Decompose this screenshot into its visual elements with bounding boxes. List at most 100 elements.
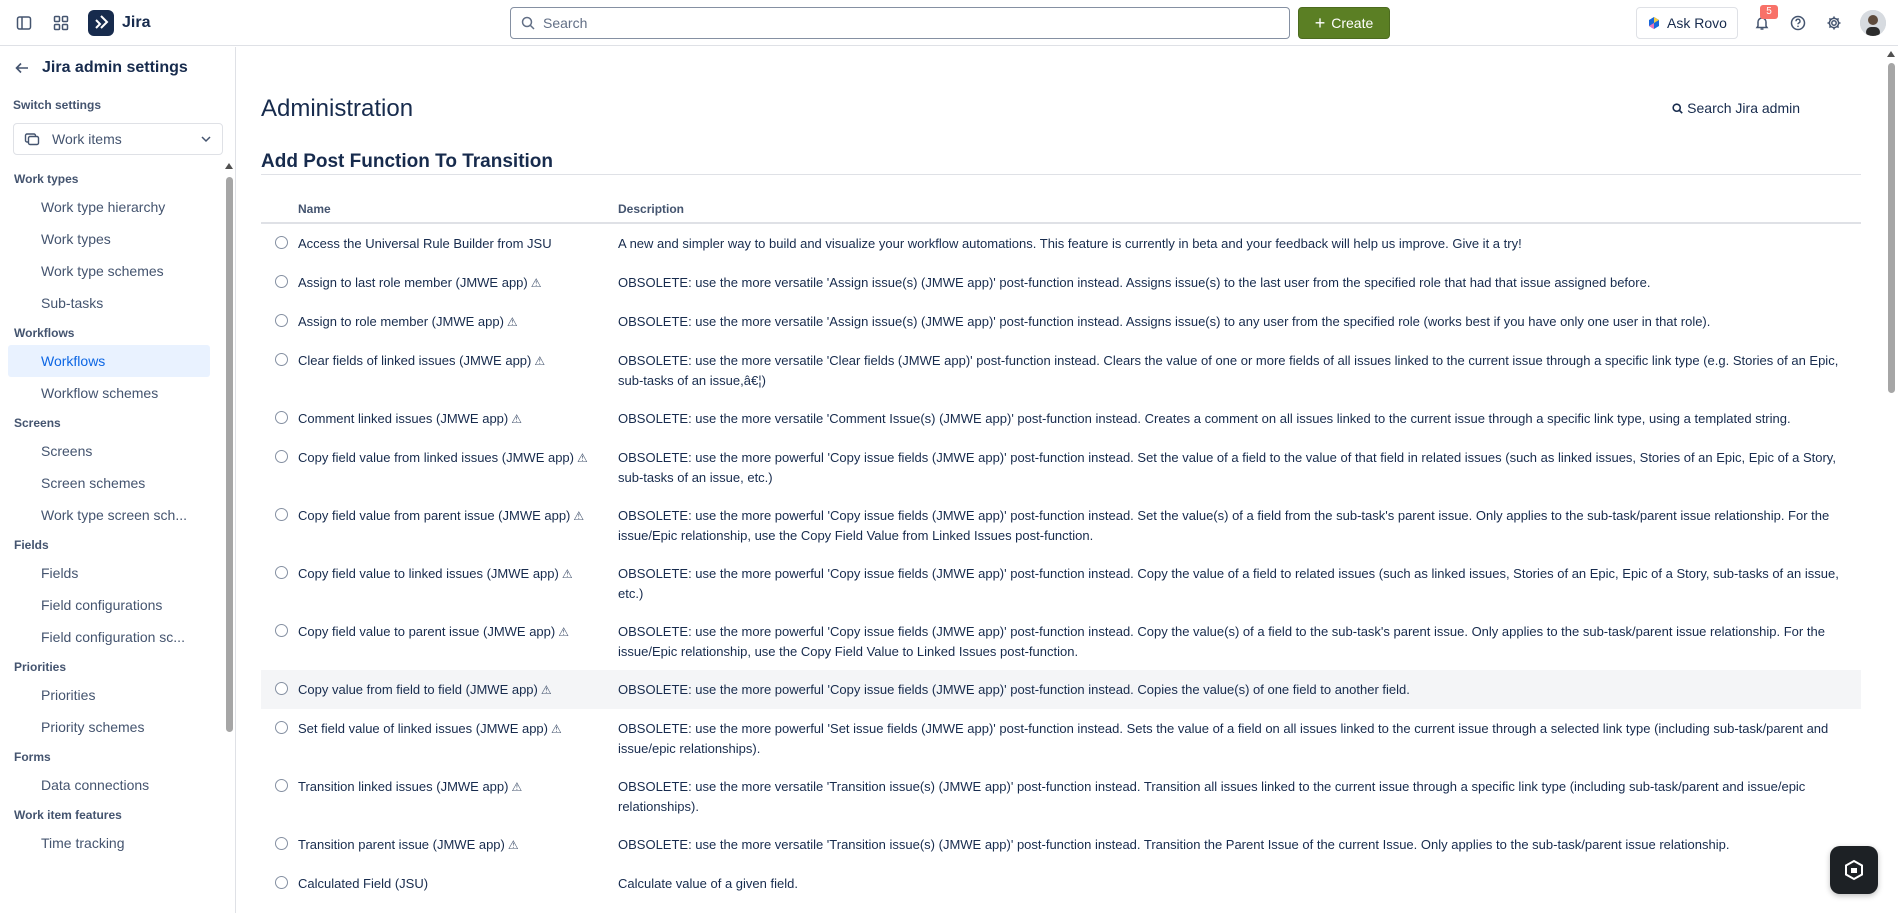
post-function-name[interactable]: Assign to role member (JMWE app): [298, 314, 504, 329]
jira-logo-icon: [88, 10, 114, 36]
sidebar-item-priorities[interactable]: Priorities: [0, 679, 210, 711]
post-function-radio[interactable]: [275, 721, 288, 734]
table-row[interactable]: Clear Field Value (JSU)Clear value of a …: [261, 903, 1861, 913]
sidebar-group-label: Screens: [14, 416, 61, 430]
post-function-radio[interactable]: [275, 566, 288, 579]
main-scroll-thumb[interactable]: [1888, 63, 1895, 393]
sidebar-item-data-connections[interactable]: Data connections: [0, 769, 210, 801]
sidebar-item-work-types[interactable]: Work types: [0, 223, 210, 255]
search-jira-admin-link[interactable]: Search Jira admin: [1672, 100, 1800, 116]
sidebar-item-sub-tasks[interactable]: Sub-tasks: [0, 287, 210, 319]
post-function-radio[interactable]: [275, 411, 288, 424]
sidebar-item-priority-schemes[interactable]: Priority schemes: [0, 711, 210, 743]
floating-help-button[interactable]: [1830, 846, 1878, 894]
table-row[interactable]: Assign to last role member (JMWE app) ⚠ OB…: [261, 263, 1861, 302]
radio-cell: [261, 864, 298, 903]
ask-rovo-button[interactable]: Ask Rovo: [1636, 7, 1738, 39]
post-function-name[interactable]: Access the Universal Rule Builder from J…: [298, 236, 552, 251]
sidebar-scroll-thumb[interactable]: [226, 177, 233, 732]
post-function-name[interactable]: Copy field value to parent issue (JMWE a…: [298, 624, 555, 639]
radio-cell: [261, 438, 298, 496]
post-function-name-cell: Transition parent issue (JMWE app) ⚠: [298, 825, 618, 864]
post-function-radio[interactable]: [275, 624, 288, 637]
sidebar-item-field-configuration-sc[interactable]: Field configuration sc...: [0, 621, 210, 653]
sidebar-item-field-configurations[interactable]: Field configurations: [0, 589, 210, 621]
post-function-name[interactable]: Transition linked issues (JMWE app): [298, 779, 508, 794]
search-jira-admin-label: Search Jira admin: [1687, 100, 1800, 116]
post-function-radio[interactable]: [275, 508, 288, 521]
sidebar-group-label: Work item features: [14, 808, 122, 822]
create-button[interactable]: + Create: [1298, 7, 1390, 39]
post-function-name[interactable]: Clear fields of linked issues (JMWE app): [298, 353, 531, 368]
settings-gear-icon[interactable]: [1822, 11, 1846, 35]
sidebar-item-time-tracking[interactable]: Time tracking: [0, 827, 210, 859]
table-row[interactable]: Copy field value to parent issue (JMWE a…: [261, 612, 1861, 670]
sidebar-item-screen-schemes[interactable]: Screen schemes: [0, 467, 210, 499]
post-function-radio[interactable]: [275, 275, 288, 288]
sidebar-item-work-type-schemes[interactable]: Work type schemes: [0, 255, 210, 287]
sidebar-item-workflows[interactable]: Workflows: [8, 345, 210, 377]
table-row[interactable]: Copy field value from linked issues (JMW…: [261, 438, 1861, 496]
settings-switcher-select[interactable]: Work items: [13, 123, 223, 155]
table-row[interactable]: Comment linked issues (JMWE app) ⚠ OBSOLET…: [261, 399, 1861, 438]
sidebar-group-label: Priorities: [14, 660, 67, 674]
radio-cell: [261, 612, 298, 670]
post-function-name[interactable]: Comment linked issues (JMWE app): [298, 411, 508, 426]
scroll-up-arrow-icon[interactable]: [1887, 51, 1895, 57]
post-function-radio[interactable]: [275, 876, 288, 889]
post-function-name[interactable]: Copy field value from linked issues (JMW…: [298, 450, 574, 465]
post-function-name-cell: Clear Field Value (JSU): [298, 903, 618, 913]
table-row[interactable]: Copy field value to linked issues (JMWE …: [261, 554, 1861, 612]
post-function-name[interactable]: Set field value of linked issues (JMWE a…: [298, 721, 548, 736]
table-row[interactable]: Access the Universal Rule Builder from J…: [261, 223, 1861, 263]
help-icon[interactable]: [1786, 11, 1810, 35]
sidebar-item-fields[interactable]: Fields: [0, 557, 210, 589]
post-function-radio[interactable]: [275, 236, 288, 249]
post-function-radio[interactable]: [275, 450, 288, 463]
post-function-description: OBSOLETE: use the more powerful 'Copy is…: [618, 670, 1861, 709]
table-row[interactable]: Assign to role member (JMWE app) ⚠ OBSOLET…: [261, 302, 1861, 341]
user-avatar[interactable]: [1860, 10, 1886, 36]
post-function-description: Calculate value of a given field.: [618, 876, 798, 891]
post-function-name[interactable]: Copy value from field to field (JMWE app…: [298, 682, 538, 697]
post-function-radio[interactable]: [275, 353, 288, 366]
sidebar-item-workflow-schemes[interactable]: Workflow schemes: [0, 377, 210, 409]
sidebar-group-label: Fields: [14, 538, 49, 552]
post-function-name[interactable]: Calculated Field (JSU): [298, 876, 428, 891]
sidebar-group-label: Workflows: [14, 326, 75, 340]
global-search[interactable]: [510, 7, 1290, 39]
warning-icon: ⚠: [561, 567, 573, 581]
search-input[interactable]: [543, 15, 1243, 31]
table-row[interactable]: Copy value from field to field (JMWE app…: [261, 670, 1861, 709]
post-function-name[interactable]: Copy field value to linked issues (JMWE …: [298, 566, 559, 581]
table-row[interactable]: Transition linked issues (JMWE app) ⚠ OBSO…: [261, 767, 1861, 825]
post-function-radio[interactable]: [275, 837, 288, 850]
jira-logo[interactable]: Jira: [88, 10, 150, 36]
post-function-name-cell: Copy field value to linked issues (JMWE …: [298, 554, 618, 612]
sidebar-scrollbar[interactable]: [224, 161, 234, 913]
table-row[interactable]: Clear fields of linked issues (JMWE app)…: [261, 341, 1861, 399]
scroll-up-arrow-icon[interactable]: [225, 163, 233, 169]
table-row[interactable]: Calculated Field (JSU) Calculate value of…: [261, 864, 1861, 903]
sidebar-item-work-type-hierarchy[interactable]: Work type hierarchy: [0, 191, 210, 223]
post-function-name[interactable]: Transition parent issue (JMWE app): [298, 837, 505, 852]
post-function-radio[interactable]: [275, 682, 288, 695]
post-function-name[interactable]: Copy field value from parent issue (JMWE…: [298, 508, 570, 523]
post-function-name-cell: Access the Universal Rule Builder from J…: [298, 223, 618, 263]
table-row[interactable]: Copy field value from parent issue (JMWE…: [261, 496, 1861, 554]
warning-icon: ⚠: [511, 780, 523, 794]
sidebar-item-work-type-screen-sch[interactable]: Work type screen sch...: [0, 499, 210, 531]
post-function-radio[interactable]: [275, 314, 288, 327]
section-divider: [261, 174, 1861, 175]
app-switcher-icon[interactable]: [49, 11, 73, 35]
sidebar-toggle-icon[interactable]: [12, 11, 36, 35]
table-row[interactable]: Set field value of linked issues (JMWE a…: [261, 709, 1861, 767]
post-function-radio[interactable]: [275, 779, 288, 792]
table-row[interactable]: Transition parent issue (JMWE app) ⚠ OBSOL…: [261, 825, 1861, 864]
warning-icon: ⚠: [511, 412, 522, 426]
back-to-admin[interactable]: Jira admin settings: [14, 59, 188, 77]
post-function-name[interactable]: Assign to last role member (JMWE app): [298, 275, 528, 290]
main-scrollbar[interactable]: [1884, 47, 1898, 913]
warning-icon: ⚠: [507, 838, 519, 852]
sidebar-item-screens[interactable]: Screens: [0, 435, 210, 467]
